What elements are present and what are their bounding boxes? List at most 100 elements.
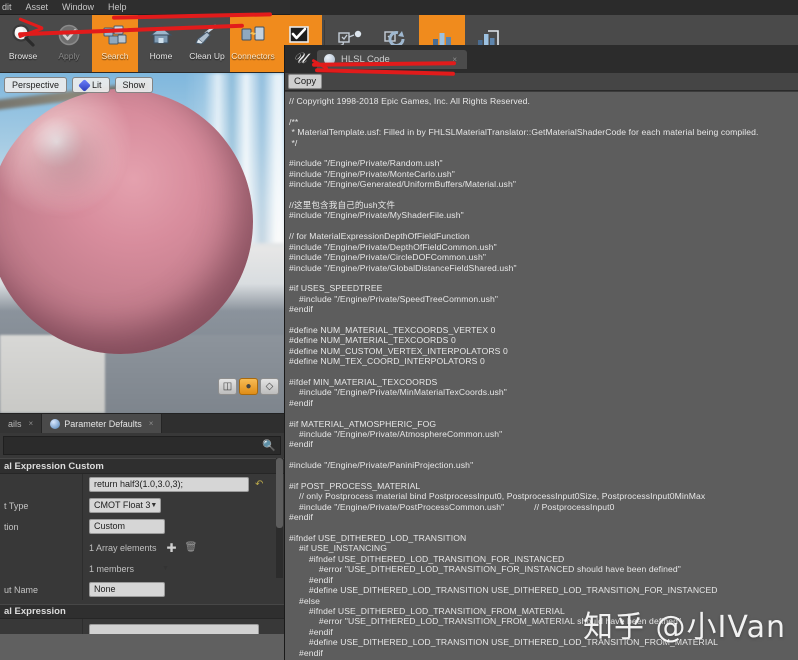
toolbar-button-home[interactable]: Home	[138, 15, 184, 72]
viewport-primitive-buttons: ◫ ● ◇	[218, 378, 279, 395]
code-line: #endif	[289, 397, 314, 408]
viewport-show-button[interactable]: Show	[114, 77, 154, 93]
close-icon[interactable]: ×	[452, 55, 457, 64]
app-root: dit Asset Window Help Browse Apply Searc…	[0, 0, 798, 660]
toolbar-button-apply[interactable]: Apply	[46, 15, 92, 72]
details-label-output-type: t Type	[4, 500, 29, 511]
output-type-select[interactable]: CMOT Float 3 ▼	[89, 498, 161, 513]
toolbar-label-apply: Apply	[58, 51, 80, 61]
hlsl-code-tab[interactable]: HLSL Code ×	[317, 49, 467, 69]
magnifier-icon	[8, 20, 38, 50]
details-row-code: return half3(1.0,3.0,3); ↶	[0, 474, 284, 495]
cylinder-primitive-icon[interactable]: ◫	[218, 378, 237, 395]
details-category-header-1: al Expression Custom	[0, 458, 284, 474]
plane-primitive-icon[interactable]: ◇	[260, 378, 279, 395]
details-search-input[interactable]: 🔍	[3, 436, 281, 455]
custom-code-field[interactable]: return half3(1.0,3.0,3);	[89, 477, 249, 492]
details-splitter[interactable]	[82, 495, 83, 516]
close-icon[interactable]: ×	[149, 419, 154, 428]
output-type-value: CMOT Float 3	[94, 500, 151, 510]
menu-item-help[interactable]: Help	[101, 0, 134, 15]
tab-details[interactable]: ails ×	[0, 414, 43, 433]
lit-mode-icon	[78, 78, 91, 92]
hlsl-toolbar: Copy	[285, 73, 798, 91]
viewport-perspective-label: Perspective	[12, 80, 60, 90]
material-preview-viewport[interactable]: Perspective Lit Show ◫ ● ◇	[0, 73, 284, 413]
preview-sphere-mesh[interactable]	[0, 89, 253, 354]
code-line: #ifndef USE_DITHERED_LOD_TRANSITION	[289, 533, 467, 544]
toolbar-button-connectors[interactable]: Connectors	[230, 15, 276, 72]
chevron-down-icon[interactable]: ▼	[162, 565, 169, 572]
details-panel: ails × Parameter Defaults × 🔍 al Express…	[0, 413, 284, 660]
code-line: // only Postprocess material bind Postpr…	[289, 491, 706, 502]
sphere-primitive-icon[interactable]: ●	[239, 378, 258, 395]
viewport-perspective-button[interactable]: Perspective	[4, 77, 68, 93]
hlsl-code-text-area[interactable]: // Copyright 1998-2018 Epic Games, Inc. …	[285, 92, 798, 660]
revert-icon[interactable]: ↶	[255, 479, 263, 490]
home-icon	[146, 20, 176, 50]
toolbar-button-browse[interactable]: Browse	[0, 15, 46, 72]
code-line: #include "/Engine/Private/SpeedTreeCommo…	[289, 293, 499, 304]
code-line: #include "/Engine/Private/DepthOfFieldCo…	[289, 241, 497, 252]
chevron-down-icon: ▼	[150, 502, 158, 509]
viewport-lit-label: Lit	[92, 80, 102, 90]
code-line: #define NUM_MATERIAL_TEXCOORDS_VERTEX 0	[289, 324, 496, 335]
details-scrollbar[interactable]	[276, 458, 283, 578]
details-category-header-2: al Expression	[0, 604, 284, 619]
toolbar-label-home: Home	[149, 51, 173, 61]
code-line: #define USE_DITHERED_LOD_TRANSITION USE_…	[289, 585, 718, 596]
toolbar-label-browse: Browse	[8, 51, 38, 61]
toolbar-button-clean-up[interactable]: Clean Up	[184, 15, 230, 72]
toolbar-label-clean-up: Clean Up	[189, 51, 225, 61]
hlsl-title-bar[interactable]: 𝒰 HLSL Code ×	[285, 45, 798, 73]
input-name-field[interactable]: None	[89, 582, 165, 597]
hlsl-tab-title: HLSL Code	[341, 53, 390, 65]
code-line: #if USES_SPEEDTREE	[289, 283, 383, 294]
toolbar-label-connectors: Connectors	[231, 51, 275, 61]
unreal-engine-logo-icon: 𝒰	[293, 51, 307, 67]
menu-bar: dit Asset Window Help	[0, 0, 290, 15]
add-element-icon[interactable]: ✚	[167, 541, 177, 555]
tab-parameter-defaults[interactable]: Parameter Defaults ×	[42, 414, 163, 433]
watermark: 知乎 @小IVan	[583, 610, 786, 645]
search-boxes-icon	[100, 20, 130, 50]
toolbar-button-search[interactable]: Search	[92, 15, 138, 72]
menu-item-asset[interactable]: Asset	[19, 0, 56, 15]
description-field[interactable]: Custom	[89, 519, 165, 534]
details-footer	[0, 634, 284, 660]
viewport-lit-button[interactable]: Lit	[72, 77, 110, 93]
delete-element-icon[interactable]: 🗑	[185, 542, 198, 553]
details-row-description: tion Custom	[0, 516, 284, 537]
code-line: #endif	[289, 512, 314, 523]
details-splitter[interactable]	[82, 474, 83, 495]
details-splitter[interactable]	[82, 516, 83, 537]
copy-button[interactable]: Copy	[288, 74, 323, 89]
members-count: 1 members	[89, 563, 135, 574]
details-row-output-type: t Type CMOT Float 3 ▼	[0, 495, 284, 516]
close-icon[interactable]: ×	[29, 419, 34, 428]
details-row-input-name: ut Name None	[0, 579, 284, 600]
viewport-show-label: Show	[122, 80, 146, 90]
connectors-icon	[238, 20, 268, 50]
details-splitter[interactable]	[82, 537, 83, 558]
code-line: #endif	[289, 304, 314, 315]
details-label-description: tion	[4, 521, 19, 532]
details-row-array-elements: 1 Array elements ✚ 🗑	[0, 537, 284, 558]
code-line: #if POST_PROCESS_MATERIAL	[289, 481, 421, 492]
details-splitter[interactable]	[82, 558, 83, 579]
code-line: #endif	[289, 574, 333, 585]
details-tab-strip: ails × Parameter Defaults ×	[0, 414, 284, 433]
menu-item-window[interactable]: Window	[55, 0, 101, 15]
menu-item-edit[interactable]: dit	[0, 0, 19, 15]
details-row-members: 1 members ▼	[0, 558, 284, 579]
details-label-input-name: ut Name	[4, 584, 39, 595]
code-line: * MaterialTemplate.usf: Filled in by FHL…	[289, 127, 759, 138]
details-splitter[interactable]	[82, 579, 83, 600]
